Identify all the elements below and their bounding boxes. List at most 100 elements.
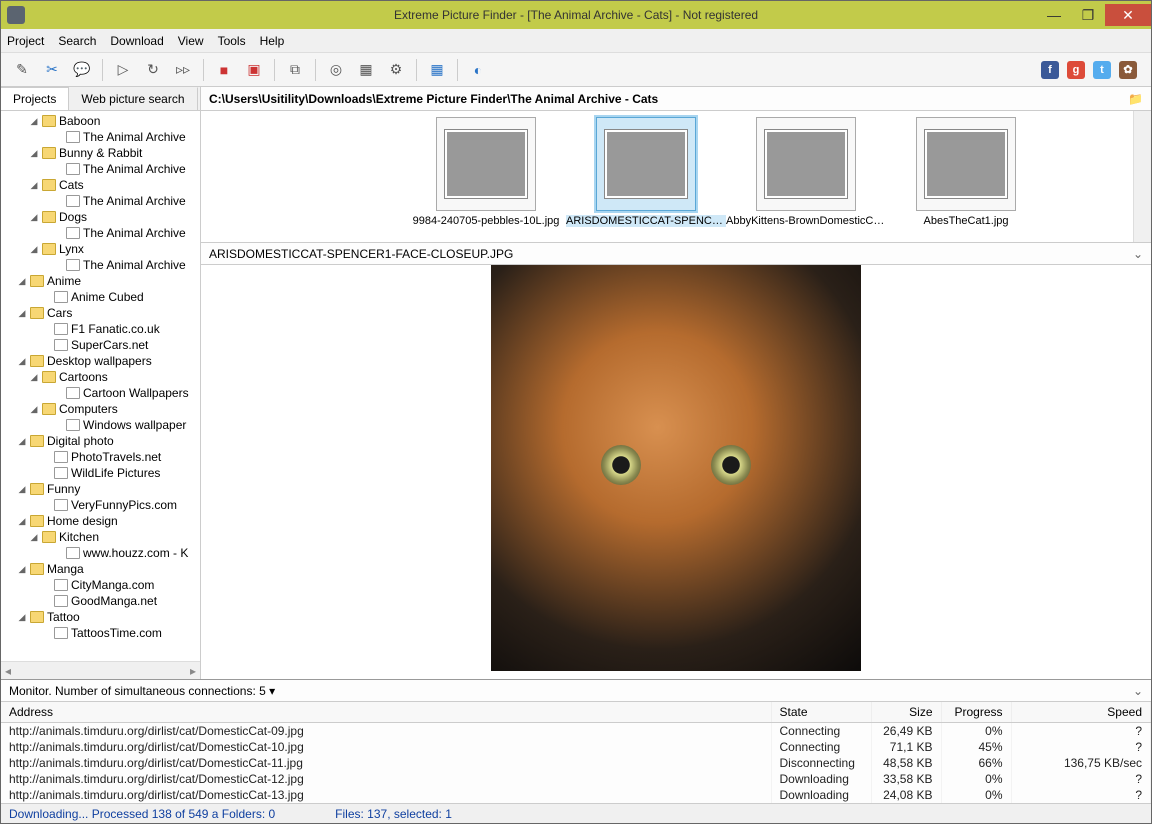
monitor-row[interactable]: http://animals.timduru.org/dirlist/cat/D…: [1, 755, 1151, 771]
tree-item[interactable]: ◢Digital photo: [1, 433, 200, 449]
menu-help[interactable]: Help: [260, 34, 285, 48]
thumbnail[interactable]: AbesTheCat1.jpg: [911, 117, 1021, 242]
tree-item[interactable]: ◢Bunny & Rabbit: [1, 145, 200, 161]
sidebar: Projects Web picture search ◢BaboonThe A…: [1, 87, 201, 679]
tree-item[interactable]: The Animal Archive: [1, 225, 200, 241]
tab-projects[interactable]: Projects: [1, 87, 69, 110]
close-button[interactable]: ✕: [1105, 4, 1151, 26]
chat-icon[interactable]: 💬: [70, 58, 94, 82]
social-icon[interactable]: ✿: [1119, 61, 1137, 79]
col-size[interactable]: Size: [871, 702, 941, 723]
tree-item[interactable]: ◢Desktop wallpapers: [1, 353, 200, 369]
tree-item[interactable]: SuperCars.net: [1, 337, 200, 353]
menubar: Project Search Download View Tools Help: [1, 29, 1151, 53]
menu-download[interactable]: Download: [110, 34, 163, 48]
new-project-icon[interactable]: ✎: [10, 58, 34, 82]
tree-item[interactable]: ◢Kitchen: [1, 529, 200, 545]
tree-item[interactable]: VeryFunnyPics.com: [1, 497, 200, 513]
preview-pane: [201, 265, 1151, 679]
collapse-preview-icon[interactable]: ⌄: [1133, 247, 1143, 261]
window-title: Extreme Picture Finder - [The Animal Arc…: [394, 8, 758, 22]
twitter-icon[interactable]: t: [1093, 61, 1111, 79]
monitor-table: Address State Size Progress Speed http:/…: [1, 702, 1151, 803]
stop-all-icon[interactable]: ▣: [242, 58, 266, 82]
menu-tools[interactable]: Tools: [218, 34, 246, 48]
calendar-icon[interactable]: ▦: [354, 58, 378, 82]
tree-item[interactable]: The Animal Archive: [1, 257, 200, 273]
tree-item[interactable]: ◢Cars: [1, 305, 200, 321]
help-icon[interactable]: ◐: [466, 58, 490, 82]
tree-item[interactable]: ◢Anime: [1, 273, 200, 289]
thumbnail[interactable]: AbbyKittens-BrownDomesticCa...: [751, 117, 861, 242]
tree-item[interactable]: Windows wallpaper: [1, 417, 200, 433]
tree-item[interactable]: Anime Cubed: [1, 289, 200, 305]
open-folder-icon[interactable]: 📁: [1128, 92, 1143, 106]
vscrollbar[interactable]: [1133, 111, 1151, 242]
play-icon[interactable]: ▷: [111, 58, 135, 82]
tree-item[interactable]: ◢Manga: [1, 561, 200, 577]
maximize-button[interactable]: ❐: [1071, 4, 1105, 26]
tree-item[interactable]: WildLife Pictures: [1, 465, 200, 481]
tree-item[interactable]: ◢Funny: [1, 481, 200, 497]
col-address[interactable]: Address: [1, 702, 771, 723]
tree-item[interactable]: ◢Cats: [1, 177, 200, 193]
col-speed[interactable]: Speed: [1011, 702, 1151, 723]
tree-item[interactable]: The Animal Archive: [1, 193, 200, 209]
preview-image: [491, 265, 861, 671]
thumbnail[interactable]: ARISDOMESTICCAT-SPENCER1-FACE-CLOSEUP.JP…: [591, 117, 701, 242]
hscrollbar[interactable]: ◂▸: [1, 661, 200, 679]
collapse-monitor-icon[interactable]: ⌄: [1133, 684, 1143, 698]
project-tree[interactable]: ◢BaboonThe Animal Archive◢Bunny & Rabbit…: [1, 111, 200, 661]
stop-icon[interactable]: ■: [212, 58, 236, 82]
tree-item[interactable]: ◢Tattoo: [1, 609, 200, 625]
tree-item[interactable]: ◢Home design: [1, 513, 200, 529]
monitor-row[interactable]: http://animals.timduru.org/dirlist/cat/D…: [1, 787, 1151, 803]
toolbar: ✎ ✂ 💬 ▷ ↻ ▹▹ ■ ▣ ⧉ ◎ ▦ ⚙ ▦ ◐ f g t ✿: [1, 53, 1151, 87]
tree-item[interactable]: TattoosTime.com: [1, 625, 200, 641]
google-icon[interactable]: g: [1067, 61, 1085, 79]
monitor-panel: Monitor. Number of simultaneous connecti…: [1, 679, 1151, 803]
tree-item[interactable]: ◢Lynx: [1, 241, 200, 257]
tree-item[interactable]: ◢Baboon: [1, 113, 200, 129]
path-text: C:\Users\Usitility\Downloads\Extreme Pic…: [209, 92, 658, 106]
thumbnail[interactable]: 9984-240705-pebbles-10L.jpg: [431, 117, 541, 242]
tree-item[interactable]: F1 Fanatic.co.uk: [1, 321, 200, 337]
monitor-row[interactable]: http://animals.timduru.org/dirlist/cat/D…: [1, 723, 1151, 740]
skip-icon[interactable]: ▹▹: [171, 58, 195, 82]
preview-bar: ARISDOMESTICCAT-SPENCER1-FACE-CLOSEUP.JP…: [201, 243, 1151, 265]
tree-item[interactable]: The Animal Archive: [1, 129, 200, 145]
tree-item[interactable]: ◢Computers: [1, 401, 200, 417]
path-bar: C:\Users\Usitility\Downloads\Extreme Pic…: [201, 87, 1151, 111]
wizard-icon[interactable]: ✂: [40, 58, 64, 82]
tree-item[interactable]: Cartoon Wallpapers: [1, 385, 200, 401]
tree-item[interactable]: GoodManga.net: [1, 593, 200, 609]
menu-view[interactable]: View: [178, 34, 204, 48]
status-files: Files: 137, selected: 1: [335, 807, 452, 821]
copy-icon[interactable]: ⧉: [283, 58, 307, 82]
statusbar: Downloading... Processed 138 of 549 a Fo…: [1, 803, 1151, 823]
menu-search[interactable]: Search: [58, 34, 96, 48]
window-icon[interactable]: ▦: [425, 58, 449, 82]
tree-item[interactable]: CityManga.com: [1, 577, 200, 593]
tree-item[interactable]: ◢Dogs: [1, 209, 200, 225]
tree-item[interactable]: PhotoTravels.net: [1, 449, 200, 465]
status-downloading: Downloading... Processed 138 of 549 a Fo…: [9, 807, 275, 821]
col-progress[interactable]: Progress: [941, 702, 1011, 723]
menu-project[interactable]: Project: [7, 34, 44, 48]
facebook-icon[interactable]: f: [1041, 61, 1059, 79]
gear-icon[interactable]: ⚙: [384, 58, 408, 82]
monitor-row[interactable]: http://animals.timduru.org/dirlist/cat/D…: [1, 771, 1151, 787]
minimize-button[interactable]: —: [1037, 4, 1071, 26]
monitor-title: Monitor. Number of simultaneous connecti…: [9, 684, 275, 698]
thumbnail-strip: 9984-240705-pebbles-10L.jpg ARISDOMESTICC…: [201, 111, 1151, 243]
tree-item[interactable]: ◢Cartoons: [1, 369, 200, 385]
titlebar: Extreme Picture Finder - [The Animal Arc…: [1, 1, 1151, 29]
monitor-row[interactable]: http://animals.timduru.org/dirlist/cat/D…: [1, 739, 1151, 755]
app-icon: [7, 6, 25, 24]
tree-item[interactable]: The Animal Archive: [1, 161, 200, 177]
refresh-icon[interactable]: ↻: [141, 58, 165, 82]
col-state[interactable]: State: [771, 702, 871, 723]
tree-item[interactable]: www.houzz.com - K: [1, 545, 200, 561]
globe-icon[interactable]: ◎: [324, 58, 348, 82]
tab-web-search[interactable]: Web picture search: [69, 87, 197, 110]
